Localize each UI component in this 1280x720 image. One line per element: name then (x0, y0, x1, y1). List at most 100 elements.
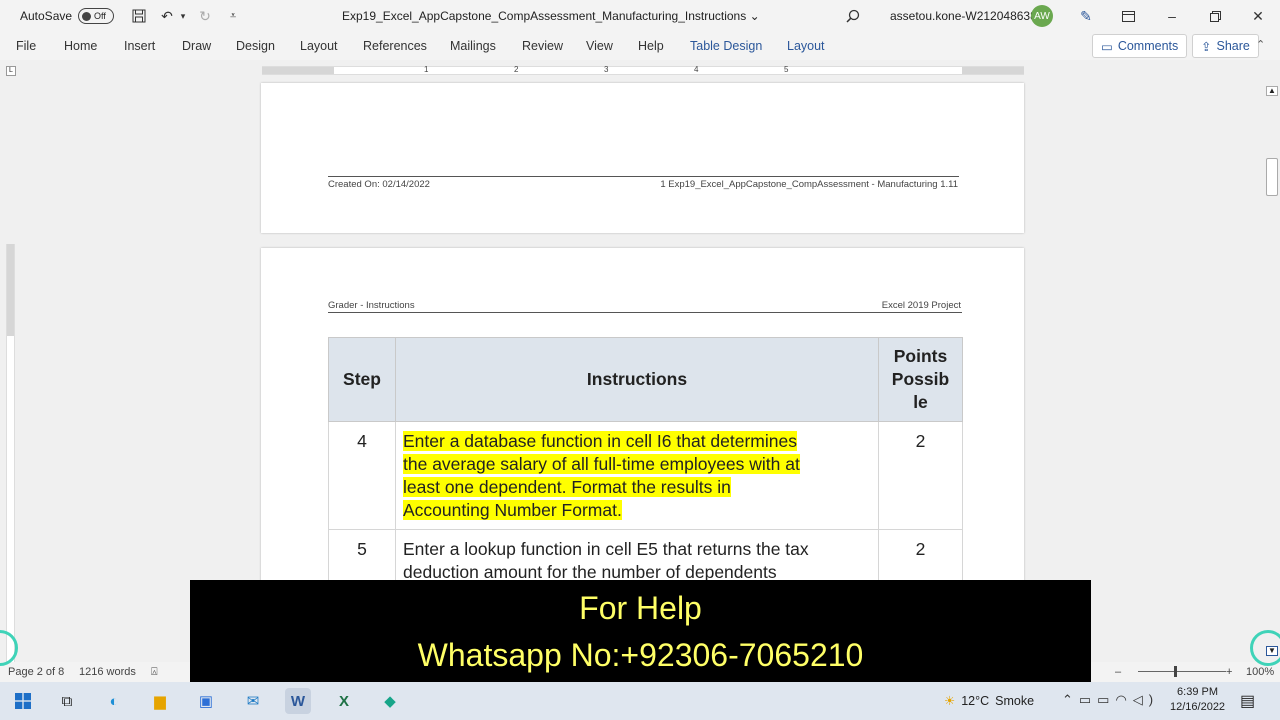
horizontal-ruler[interactable]: 1 2 3 4 5 (262, 65, 1024, 75)
overlay-line-1: For Help (579, 590, 702, 626)
ruler-number: 3 (604, 65, 609, 74)
undo-icon[interactable]: ↶ (156, 5, 178, 27)
tab-references[interactable]: References (363, 39, 427, 53)
excel-app-icon[interactable]: X (331, 688, 357, 714)
redo-icon[interactable]: ↻ (194, 5, 216, 27)
zoom-slider[interactable] (1138, 671, 1226, 672)
comments-button[interactable]: ▭ Comments (1092, 34, 1188, 58)
comment-icon: ▭ (1101, 39, 1113, 54)
tab-mailings[interactable]: Mailings (450, 39, 496, 53)
tab-selector[interactable]: L (6, 66, 16, 76)
header-points-line: le (913, 392, 928, 412)
step-cell[interactable]: 4 (328, 421, 396, 530)
account-name[interactable]: assetou.kone-W212048638 (890, 9, 1037, 23)
weather-widget[interactable]: ☀ 12°C Smoke (944, 693, 1034, 709)
vertical-ruler[interactable] (6, 244, 15, 664)
tab-view[interactable]: View (586, 39, 613, 53)
instruction-line: Enter a database function in cell I6 tha… (403, 431, 797, 451)
instruction-line: Accounting Number Format. (403, 500, 622, 520)
word-count[interactable]: 1216 words (79, 666, 136, 678)
notification-icon[interactable]: ▤ (1240, 691, 1255, 711)
zoom-slider-handle[interactable] (1174, 666, 1177, 677)
ruler-number: 4 (694, 65, 699, 74)
autosave-state: Off (94, 11, 106, 21)
zoom-level[interactable]: 100% (1246, 666, 1274, 678)
tab-layout[interactable]: Layout (300, 39, 338, 53)
comments-label: Comments (1117, 39, 1179, 53)
undo-dropdown-icon[interactable]: ▾ (178, 5, 188, 27)
tab-table-layout[interactable]: Layout (787, 39, 825, 53)
cursor-highlight-ring (1250, 630, 1280, 666)
ruler-number: 5 (784, 65, 789, 74)
clock-date: 12/16/2022 (1170, 701, 1226, 713)
instruction-line: least one dependent. Format the results … (403, 477, 731, 497)
proofing-icon[interactable]: ⍓ (151, 666, 158, 679)
header-points-line: Points (893, 346, 948, 366)
document-title[interactable]: Exp19_Excel_AppCapstone_CompAssessment_M… (342, 9, 760, 23)
file-explorer-icon[interactable]: ▆ (147, 688, 173, 714)
edge-browser-icon[interactable]: ◐ (101, 688, 127, 714)
header-divider (328, 312, 962, 313)
instructions-table[interactable]: Step Instructions Points Possib le 4 Ent… (328, 337, 963, 592)
instruction-cell[interactable]: Enter a database function in cell I6 tha… (395, 421, 879, 530)
taskbar: ⧉ ◐ ▆ ▣ ✉ W X ◆ ☀ 12°C Smoke ⌃▭▭◠◁) 6:39… (0, 682, 1280, 720)
task-view-icon[interactable]: ⧉ (54, 688, 80, 714)
clock[interactable]: 6:39 PM 12/16/2022 (1170, 685, 1225, 715)
vertical-scrollbar[interactable]: ▲ ▼ (1264, 80, 1280, 662)
tab-table-design[interactable]: Table Design (690, 39, 762, 53)
points-cell[interactable]: 2 (878, 421, 963, 530)
save-icon[interactable] (128, 5, 150, 27)
word-app-icon[interactable]: W (285, 688, 311, 714)
restore-icon[interactable] (1204, 5, 1226, 27)
footer-document-name: 1 Exp19_Excel_AppCapstone_CompAssessment… (660, 179, 958, 190)
footer-created-on: Created On: 02/14/2022 (328, 179, 430, 190)
share-icon: ⇪ (1201, 39, 1212, 54)
tab-design[interactable]: Design (236, 39, 275, 53)
search-icon[interactable] (842, 5, 864, 27)
document-title-text: Exp19_Excel_AppCapstone_CompAssessment_M… (342, 9, 747, 23)
overlay-line-2: Whatsapp No:+92306-7065210 (417, 637, 864, 673)
autosave-control[interactable]: AutoSave Off (20, 8, 115, 24)
mail-icon[interactable]: ✉ (240, 688, 266, 714)
tab-file[interactable]: File (16, 39, 36, 53)
scroll-thumb[interactable] (1266, 158, 1278, 196)
customize-toolbar-icon[interactable]: ⩡ (222, 5, 244, 27)
share-button[interactable]: ⇪ Share (1192, 34, 1259, 58)
system-tray-icons[interactable]: ⌃▭▭◠◁) (1062, 692, 1159, 708)
tab-help[interactable]: Help (638, 39, 664, 53)
app-icon[interactable]: ◆ (377, 688, 403, 714)
weather-icon: ☀ (944, 694, 956, 708)
autosave-label: AutoSave (20, 9, 73, 23)
tab-draw[interactable]: Draw (182, 39, 211, 53)
clock-time: 6:39 PM (1177, 686, 1219, 698)
avatar[interactable]: AW (1031, 5, 1053, 27)
header-step[interactable]: Step (328, 337, 396, 422)
scroll-up-icon[interactable]: ▲ (1266, 86, 1278, 96)
header-right: Excel 2019 Project (881, 300, 961, 311)
tab-insert[interactable]: Insert (124, 39, 155, 53)
help-overlay-banner: For Help Whatsapp No:+92306-7065210 (190, 580, 1091, 682)
ruler-number: 2 (514, 65, 519, 74)
zoom-in-icon[interactable]: + (1226, 666, 1232, 678)
header-points-possible[interactable]: Points Possib le (878, 337, 963, 422)
tab-review[interactable]: Review (522, 39, 563, 53)
windows-start-icon[interactable] (10, 688, 36, 714)
header-instructions[interactable]: Instructions (395, 337, 879, 422)
ribbon-collapse-icon[interactable]: ⌃ (1256, 38, 1265, 51)
instruction-line: deduction amount for the number of depen… (403, 562, 777, 582)
close-icon[interactable]: ✕ (1247, 5, 1269, 27)
page-info[interactable]: Page 2 of 8 (8, 666, 64, 678)
microsoft-store-icon[interactable]: ▣ (193, 688, 219, 714)
page-1[interactable]: Created On: 02/14/2022 1 Exp19_Excel_App… (261, 83, 1024, 233)
ribbon-display-icon[interactable] (1117, 5, 1139, 27)
autosave-toggle[interactable]: Off (78, 8, 115, 24)
document-canvas[interactable]: Created On: 02/14/2022 1 Exp19_Excel_App… (0, 80, 1264, 662)
pen-icon[interactable]: ✎ (1075, 5, 1097, 27)
tab-home[interactable]: Home (64, 39, 97, 53)
title-bar: AutoSave Off ↶ ▾ ↻ ⩡ Exp19_Excel_AppCaps… (0, 0, 1280, 32)
minimize-icon[interactable]: – (1161, 5, 1183, 27)
zoom-out-icon[interactable]: – (1115, 666, 1121, 678)
header-points-line: Possib (891, 369, 950, 389)
chevron-down-icon: ⌄ (749, 9, 760, 23)
ribbon-tabs: File Home Insert Draw Design Layout Refe… (0, 32, 1280, 60)
